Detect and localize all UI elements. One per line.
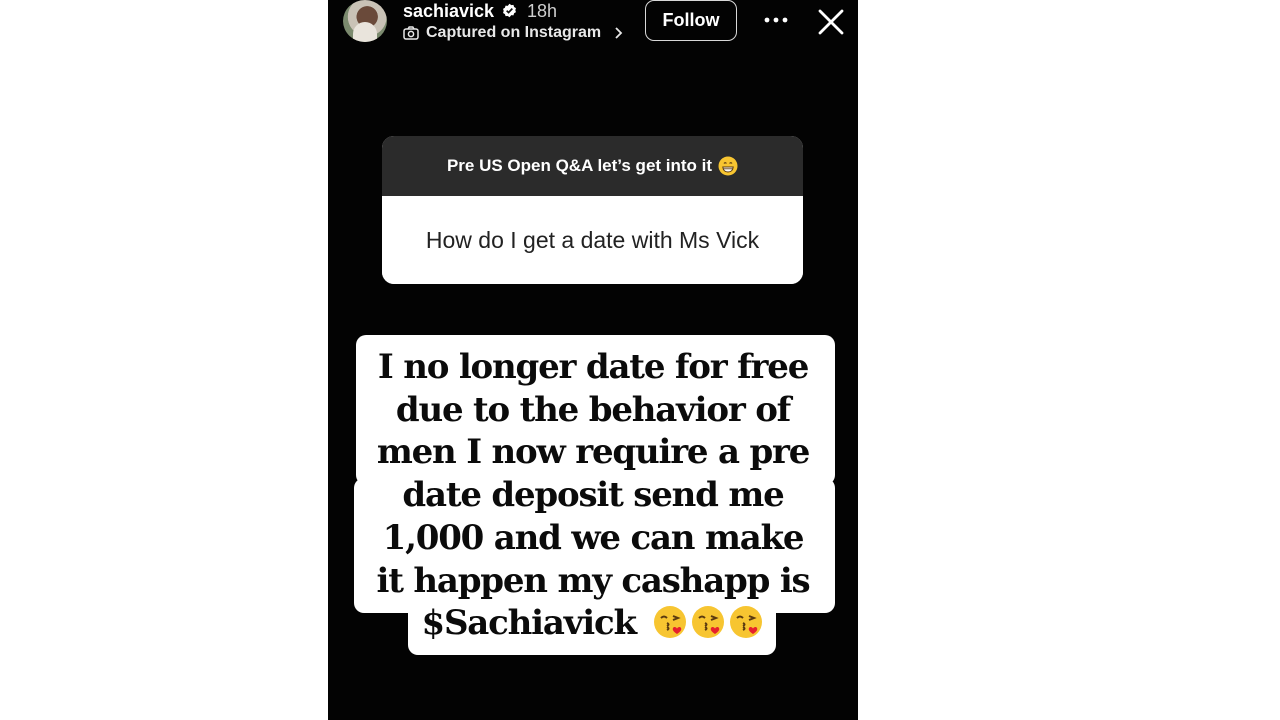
camera-icon (403, 26, 419, 40)
captured-on-instagram-link[interactable]: Captured on Instagram (426, 24, 601, 42)
answer-line-last: $Sachiavick (356, 602, 830, 645)
question-prompt-text: Pre US Open Q&A let’s get into it (446, 156, 713, 175)
answer-line: I no longer date for free (377, 347, 809, 387)
face-blowing-kiss-emoji (730, 606, 763, 639)
story-viewer: sachiavick 18h Captured on Instagram Fol… (328, 0, 858, 720)
verified-badge-icon (503, 3, 516, 18)
chevron-right-icon[interactable] (614, 26, 624, 40)
answer-line: date deposit send me (402, 475, 784, 516)
more-options-icon[interactable] (764, 14, 788, 26)
close-icon[interactable] (817, 8, 845, 36)
cashapp-handle: $Sachiavick (421, 603, 638, 644)
face-blowing-kiss-emoji (692, 606, 725, 639)
question-prompt: Pre US Open Q&A let’s get into it (382, 136, 803, 196)
answer-line: men I now require a pre (376, 432, 811, 473)
face-blowing-kiss-emoji (654, 606, 687, 639)
username[interactable]: sachiavick (403, 0, 494, 22)
grinning-face-emoji (718, 156, 738, 176)
answer-line: it happen my cashapp is (376, 560, 811, 601)
answer-line: due to the behavior of (395, 389, 791, 430)
question-sticker: Pre US Open Q&A let’s get into it How do… (382, 136, 803, 284)
story-header: sachiavick 18h Captured on Instagram Fol… (328, 0, 858, 48)
post-time: 18h (527, 1, 558, 21)
emoji-group (652, 604, 764, 640)
answer-line: 1,000 and we can make (382, 517, 805, 558)
answer-text: I no longer date for free due to the beh… (356, 346, 830, 645)
follow-button[interactable]: Follow (645, 0, 737, 41)
question-text: How do I get a date with Ms Vick (382, 196, 803, 284)
avatar[interactable] (343, 0, 387, 42)
